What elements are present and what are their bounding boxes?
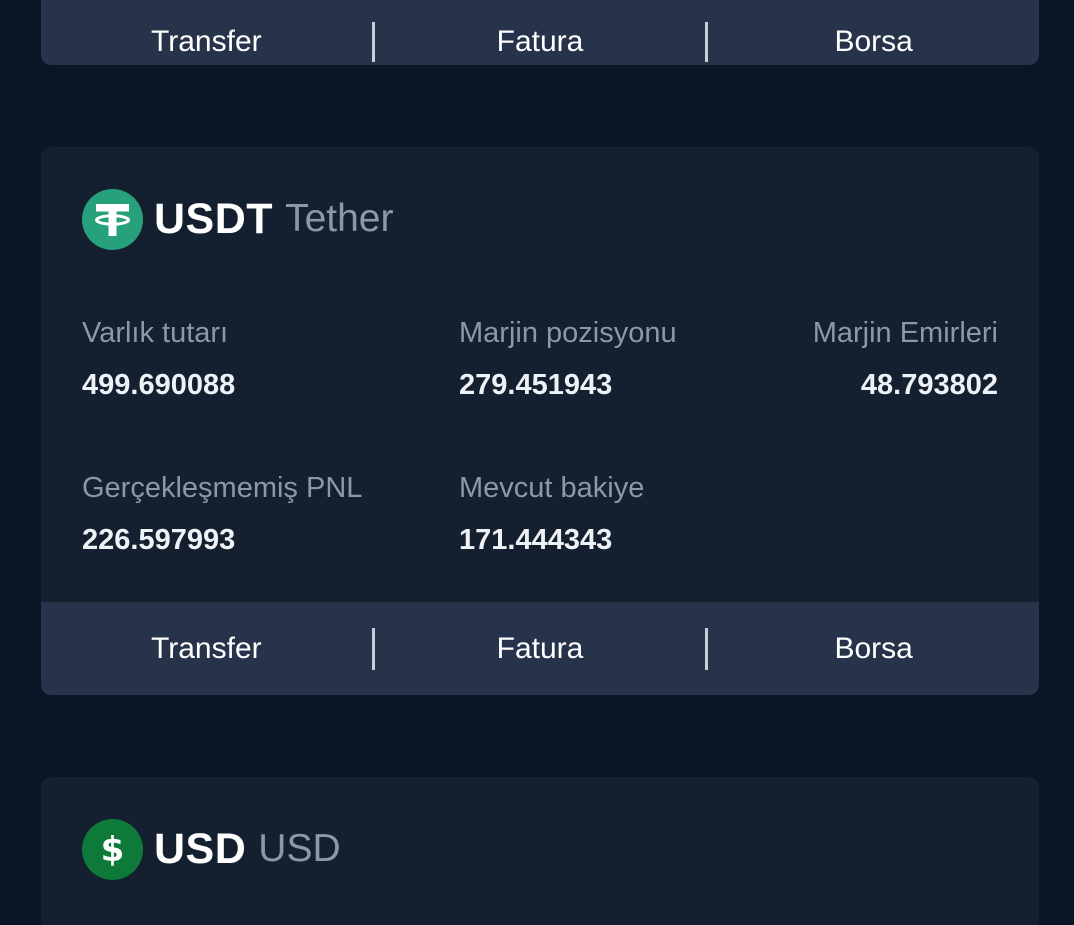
dollar-icon: $ [82,818,143,880]
coin-name: USD [258,827,341,870]
stat-label: Marjin Emirleri [812,317,998,349]
exchange-button[interactable]: Borsa [708,629,1039,669]
asset-card-usd: $ USD USD [41,777,1039,925]
stat-value: 171.444343 [459,524,613,556]
coin-symbol: USD [154,824,247,873]
stat-label: Varlık tutarı [82,317,229,349]
stat-margin-position: Marjin pozisyonu 279.451943 [459,315,677,403]
stat-available-balance: Mevcut bakiye 171.444343 [459,470,644,558]
coin-symbol: USDT [154,194,274,243]
stat-value: 279.451943 [459,369,613,401]
stat-label: Gerçekleşmemiş PNL [82,472,363,504]
stat-label: Mevcut bakiye [459,472,645,504]
wallet-page: Transfer Fatura Borsa USDT Tether Varlık… [0,0,1074,925]
stat-margin-orders: Marjin Emirleri 48.793802 [813,315,998,403]
transfer-button[interactable]: Transfer [41,0,372,62]
exchange-button[interactable]: Borsa [708,0,1039,62]
stat-unrealized-pnl: Gerçekleşmemiş PNL 226.597993 [82,470,362,558]
stat-value: 226.597993 [82,524,236,556]
coin-header: $ USD USD [82,818,341,880]
coin-name: Tether [285,197,394,240]
asset-card-usdt: USDT Tether Varlık tutarı 499.690088 Mar… [41,147,1039,695]
asset-card-previous: Transfer Fatura Borsa [41,0,1039,65]
action-bar: Transfer Fatura Borsa [41,0,1039,65]
stat-value: 48.793802 [860,369,998,401]
tether-icon [82,188,143,250]
action-bar: Transfer Fatura Borsa [41,602,1039,695]
stat-value: 499.690088 [82,369,236,401]
transfer-button[interactable]: Transfer [41,629,372,669]
stat-label: Marjin pozisyonu [459,317,677,349]
svg-text:$: $ [101,830,125,870]
invoice-button[interactable]: Fatura [375,0,706,62]
invoice-button[interactable]: Fatura [375,629,706,669]
coin-header: USDT Tether [82,188,393,250]
stat-asset-amount: Varlık tutarı 499.690088 [82,315,235,403]
